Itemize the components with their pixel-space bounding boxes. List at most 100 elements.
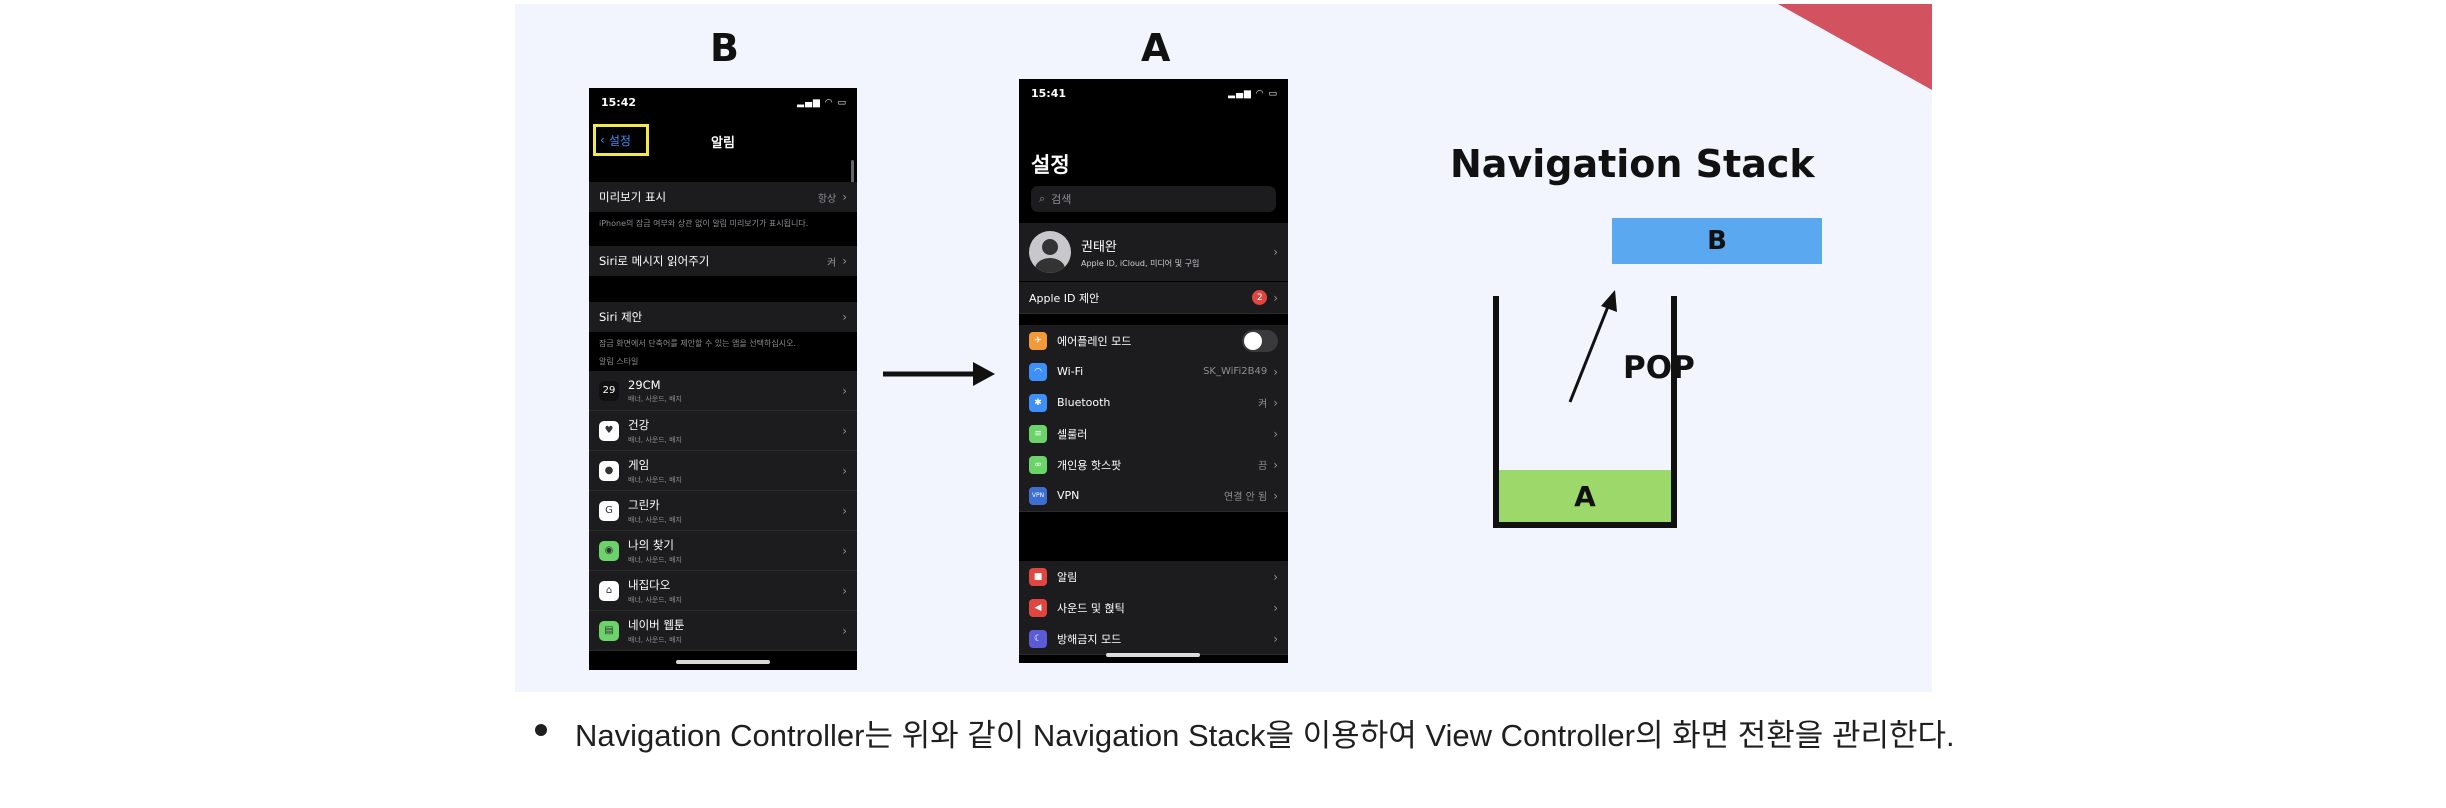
app-icon: ◉ xyxy=(599,540,619,561)
search-icon: ⌕ xyxy=(1039,192,1046,205)
settings-value: 끔 › xyxy=(1257,457,1278,473)
app-notification-row[interactable]: ● 게임 배너, 사운드, 배지 › xyxy=(589,451,857,491)
home-indicator xyxy=(676,660,770,664)
pop-label: POP xyxy=(1623,350,1695,386)
label-b: B xyxy=(710,26,739,70)
app-subtitle: 배너, 사운드, 배지 xyxy=(628,435,682,444)
stack-title: Navigation Stack xyxy=(1450,142,1815,186)
app-text: 29CM 배너, 사운드, 배지 xyxy=(628,378,682,404)
app-text: 나의 찾기 배너, 사운드, 배지 xyxy=(628,537,682,565)
app-notification-row[interactable]: ♥ 건강 배너, 사운드, 배지 › xyxy=(589,411,857,451)
app-icon: G xyxy=(599,500,619,521)
app-icon: ♥ xyxy=(599,420,619,441)
chevron-right-icon: › xyxy=(842,423,847,438)
settings-icon: ■ xyxy=(1029,567,1047,586)
preview-row[interactable]: 미리보기 표시 항상 › xyxy=(589,182,857,212)
app-text: 건강 배너, 사운드, 배지 xyxy=(628,417,682,445)
value-text: 연결 안 됨 xyxy=(1224,492,1268,503)
app-icon: 29 xyxy=(599,380,619,401)
chevron-right-icon: › xyxy=(1273,569,1278,584)
app-name: 네이버 웹툰 xyxy=(628,617,685,632)
bullet-dot xyxy=(535,724,547,736)
settings-icon: ◠ xyxy=(1029,362,1047,381)
phone-screenshot-settings: 15:41 ▂▄▆ ◠ ▭ 설정 ⌕ 검색 권태완 Apple ID, iClo… xyxy=(1019,79,1288,663)
settings-icon: ✈ xyxy=(1029,331,1047,350)
profile-subtitle: Apple ID, iCloud, 미디어 및 구입 xyxy=(1081,258,1200,268)
settings-label: Bluetooth xyxy=(1057,396,1111,409)
appleid-suggestion-row[interactable]: Apple ID 제안 2 › xyxy=(1019,282,1288,314)
settings-value: › xyxy=(1273,601,1278,615)
chevron-right-icon: › xyxy=(842,310,847,324)
settings-row[interactable]: VPN VPN 연결 안 됨 › xyxy=(1019,480,1288,512)
status-time: 15:41 xyxy=(1031,87,1067,100)
siri-read-row[interactable]: Siri로 메시지 읽어주기 켜 › xyxy=(589,246,857,276)
app-text: 네이버 웹툰 배너, 사운드, 배지 xyxy=(628,617,685,645)
app-icon: ● xyxy=(599,460,619,481)
nav-bar: ‹ 설정 알림 xyxy=(589,124,857,158)
settings-title: 설정 xyxy=(1031,153,1070,177)
app-icon: ⌂ xyxy=(599,580,619,601)
search-input[interactable]: ⌕ 검색 xyxy=(1031,186,1276,212)
settings-row[interactable]: ≡ 셀룰러 › xyxy=(1019,418,1288,450)
person-icon xyxy=(1035,239,1065,273)
app-name: 그린카 xyxy=(628,497,660,512)
chevron-right-icon: › xyxy=(1273,290,1278,305)
settings-icon: ≡ xyxy=(1029,424,1047,443)
chevron-right-icon: › xyxy=(1273,245,1278,259)
page: B A 15:42 ▂▄▆ ◠ ▭ ‹ 설정 알림 미리보기 표시 항상 › iP… xyxy=(0,0,2446,808)
app-name: 내집다오 xyxy=(628,577,671,592)
settings-row[interactable]: ◠ Wi-Fi SK_WiFi2B49 › xyxy=(1019,356,1288,388)
app-notification-row[interactable]: ▤ 네이버 웹툰 배너, 사운드, 배지 › xyxy=(589,611,857,651)
settings-row[interactable]: ∞ 개인용 핫스팟 끔 › xyxy=(1019,449,1288,481)
settings-value: › xyxy=(1273,632,1278,646)
app-subtitle: 배너, 사운드, 배지 xyxy=(628,475,682,484)
app-subtitle: 배너, 사운드, 배지 xyxy=(628,555,682,564)
bullet-text: Navigation Controller는 위와 같이 Navigation … xyxy=(575,718,1955,753)
status-time: 15:42 xyxy=(601,96,637,109)
siri-suggest-row[interactable]: Siri 제안 › xyxy=(589,302,857,332)
phone-screenshot-notifications: 15:42 ▂▄▆ ◠ ▭ ‹ 설정 알림 미리보기 표시 항상 › iPhone… xyxy=(589,88,857,670)
app-subtitle: 배너, 사운드, 배지 xyxy=(628,515,682,524)
app-notification-row[interactable]: G 그린카 배너, 사운드, 배지 › xyxy=(589,491,857,531)
status-icons: ▂▄▆ ◠ ▭ xyxy=(1228,89,1278,99)
app-name: 29CM xyxy=(628,377,661,392)
settings-icon: ∞ xyxy=(1029,455,1047,474)
chevron-right-icon: › xyxy=(1273,631,1278,646)
settings-icon: ✱ xyxy=(1029,393,1047,412)
chevron-right-icon: › xyxy=(842,190,847,204)
app-notification-row[interactable]: ⌂ 내집다오 배너, 사운드, 배지 › xyxy=(589,571,857,611)
chevron-right-icon: › xyxy=(1273,488,1278,503)
settings-label: 에어플레인 모드 xyxy=(1057,334,1132,348)
settings-label: VPN xyxy=(1057,489,1080,502)
app-name: 게임 xyxy=(628,457,650,472)
arrow-right-icon xyxy=(883,362,995,386)
profile-row[interactable]: 권태완 Apple ID, iCloud, 미디어 및 구입 › xyxy=(1019,223,1288,281)
app-text: 내집다오 배너, 사운드, 배지 xyxy=(628,577,682,605)
navigation-stack-figure: B A 15:42 ▂▄▆ ◠ ▭ ‹ 설정 알림 미리보기 표시 항상 › iP… xyxy=(515,4,1932,692)
settings-value: › xyxy=(1273,570,1278,584)
style-header: 알림 스타일 xyxy=(599,357,639,366)
label-a: A xyxy=(1141,26,1171,70)
settings-label: 셀룰러 xyxy=(1057,427,1088,441)
settings-label: Wi-Fi xyxy=(1057,365,1084,378)
chevron-right-icon: › xyxy=(1273,457,1278,472)
avatar xyxy=(1029,231,1071,273)
app-text: 게임배너, 사운드, 배지 xyxy=(628,457,682,485)
settings-row[interactable]: ☾ 방해금지 모드 › xyxy=(1019,623,1288,655)
preview-note: iPhone의 잠금 여부와 상관 없이 알림 미리보기가 표시됩니다. xyxy=(599,219,809,228)
chevron-right-icon: › xyxy=(1273,426,1278,441)
settings-row[interactable]: ■ 알림 › xyxy=(1019,561,1288,593)
app-notification-row[interactable]: ◉ 나의 찾기 배너, 사운드, 배지 › xyxy=(589,531,857,571)
settings-row[interactable]: ✈ 에어플레인 모드 xyxy=(1019,325,1288,357)
value-text: 켜 xyxy=(1257,399,1268,410)
settings-row[interactable]: ◀ 사운드 및 혅틱 › xyxy=(1019,592,1288,624)
airplane-toggle[interactable] xyxy=(1242,329,1278,352)
home-indicator xyxy=(1106,653,1200,657)
chevron-right-icon: › xyxy=(842,583,847,598)
settings-row[interactable]: ✱ Bluetooth 켜 › xyxy=(1019,387,1288,419)
chevron-right-icon: › xyxy=(1273,600,1278,615)
value-text: 끔 xyxy=(1257,461,1268,472)
app-notification-row[interactable]: 29 29CM 배너, 사운드, 배지 › xyxy=(589,371,857,411)
settings-value xyxy=(1242,329,1278,352)
settings-value: SK_WiFi2B49 › xyxy=(1203,365,1278,379)
